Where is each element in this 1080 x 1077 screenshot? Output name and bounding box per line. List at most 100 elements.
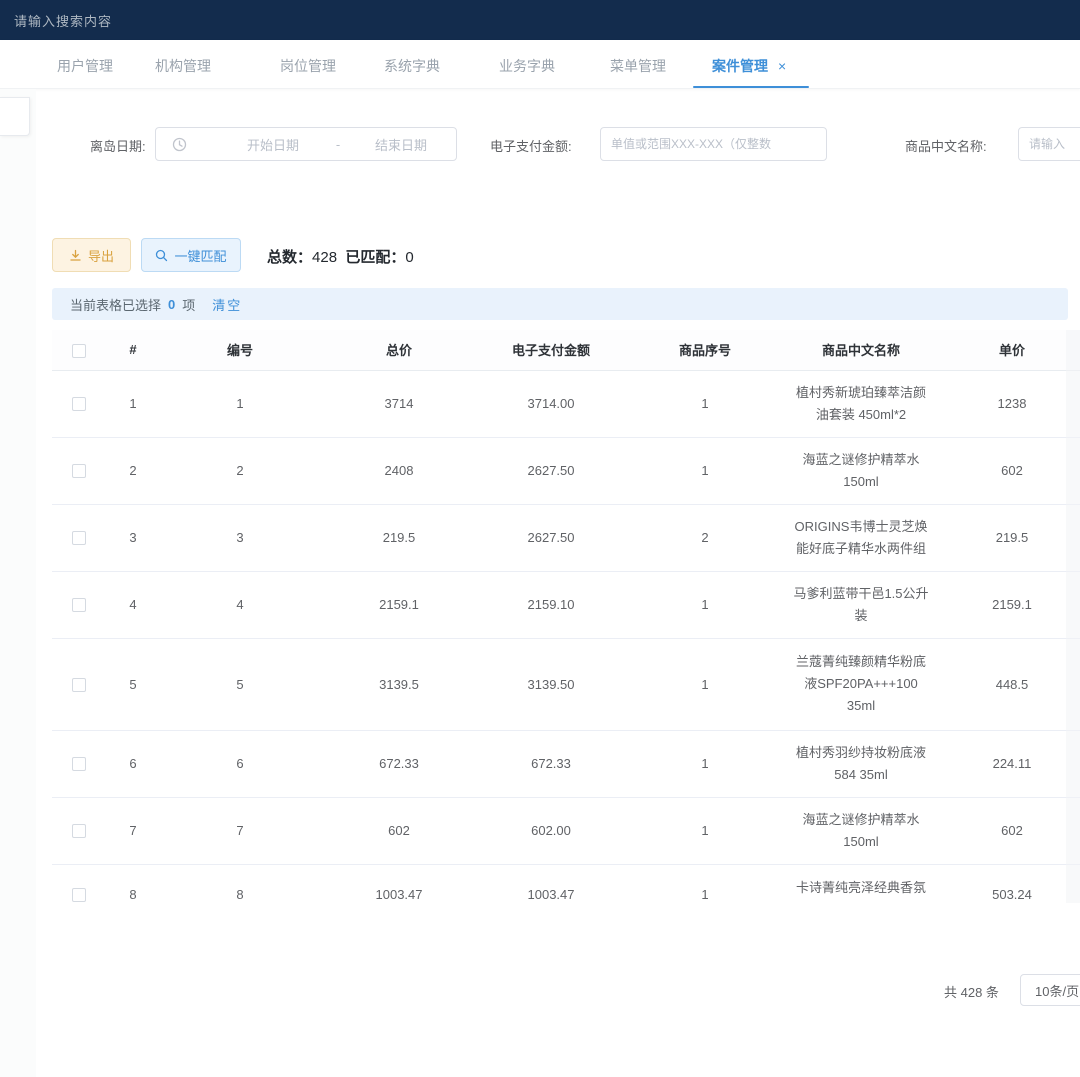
- cell-name: 海蓝之谜修护精萃水 150ml: [786, 437, 936, 504]
- cell-seq: 1: [624, 638, 786, 730]
- row-checkbox[interactable]: [72, 464, 86, 478]
- row-checkbox[interactable]: [72, 397, 86, 411]
- cell-name: 植村秀羽纱持妆粉底液 584 35ml: [786, 730, 936, 797]
- clock-icon: [172, 137, 187, 152]
- cell-seq: 1: [624, 571, 786, 638]
- cell-total: 672.33: [320, 730, 478, 797]
- row-checkbox[interactable]: [72, 888, 86, 902]
- cell-index: 1: [106, 370, 160, 437]
- cell-total: 3714: [320, 370, 478, 437]
- cell-seq: 1: [624, 797, 786, 864]
- table-scrollbar[interactable]: [1066, 330, 1080, 903]
- tab-post-mgmt[interactable]: 岗位管理: [280, 56, 336, 76]
- cell-index: 8: [106, 864, 160, 903]
- cell-total: 2159.1: [320, 571, 478, 638]
- cell-code: 1: [160, 370, 320, 437]
- table-row: 6 6 672.33 672.33 1 植村秀羽纱持妆粉底液 584 35ml …: [52, 730, 1080, 797]
- table-row: 7 7 602 602.00 1 海蓝之谜修护精萃水 150ml 602: [52, 797, 1080, 864]
- amount-filter-label: 电子支付金额:: [490, 136, 572, 155]
- match-stats: 总数：428 已匹配：0: [267, 246, 414, 267]
- row-checkbox[interactable]: [72, 598, 86, 612]
- table-row: 4 4 2159.1 2159.10 1 马爹利蓝带干邑1.5公升装 2159.…: [52, 571, 1080, 638]
- cell-index: 3: [106, 504, 160, 571]
- cell-seq: 1: [624, 864, 786, 903]
- table-header-row: # 编号 总价 电子支付金额 商品序号 商品中文名称 单价: [52, 330, 1080, 370]
- row-checkbox[interactable]: [72, 824, 86, 838]
- cell-code: 2: [160, 437, 320, 504]
- product-name-input[interactable]: [1019, 128, 1080, 160]
- col-total-price: 总价: [320, 330, 478, 370]
- cell-seq: 2: [624, 504, 786, 571]
- cell-total: 219.5: [320, 504, 478, 571]
- tab-menu-mgmt[interactable]: 菜单管理: [610, 56, 666, 76]
- cell-code: 8: [160, 864, 320, 903]
- date-range-input[interactable]: 开始日期 - 结束日期: [155, 127, 457, 161]
- cell-epay: 2627.50: [478, 437, 624, 504]
- date-start-placeholder[interactable]: 开始日期: [218, 135, 328, 154]
- search-icon: [155, 249, 168, 262]
- tab-org-mgmt[interactable]: 机构管理: [155, 56, 211, 76]
- page-size-select[interactable]: 10条/页: [1020, 974, 1080, 1006]
- row-checkbox[interactable]: [72, 757, 86, 771]
- tab-sys-dict[interactable]: 系统字典: [384, 56, 440, 76]
- tab-user-mgmt[interactable]: 用户管理: [57, 56, 113, 76]
- download-icon: [69, 249, 82, 262]
- cell-code: 5: [160, 638, 320, 730]
- cell-code: 4: [160, 571, 320, 638]
- table-row: 1 1 3714 3714.00 1 植村秀新琥珀臻萃洁颜油套装 450ml*2…: [52, 370, 1080, 437]
- export-button[interactable]: 导出: [52, 238, 131, 272]
- table-row: 2 2 2408 2627.50 1 海蓝之谜修护精萃水 150ml 602: [52, 437, 1080, 504]
- cell-unit: 219.5: [936, 504, 1080, 571]
- select-all-cell: [52, 330, 106, 370]
- selection-prefix: 当前表格已选择: [70, 295, 161, 314]
- tab-bar: 用户管理 机构管理 岗位管理 系统字典 业务字典 菜单管理 案件管理 ×: [0, 40, 1080, 89]
- cell-seq: 1: [624, 437, 786, 504]
- total-label: 总数：: [267, 249, 312, 266]
- table-row: 3 3 219.5 2627.50 2 ORIGINS韦博士灵芝焕能好底子精华水…: [52, 504, 1080, 571]
- one-click-match-label: 一键匹配: [174, 246, 226, 265]
- cell-index: 6: [106, 730, 160, 797]
- tab-case-mgmt-label: 案件管理: [712, 58, 768, 74]
- cell-epay: 3714.00: [478, 370, 624, 437]
- close-icon[interactable]: ×: [778, 58, 786, 74]
- one-click-match-button[interactable]: 一键匹配: [141, 238, 241, 272]
- table-row: 5 5 3139.5 3139.50 1 兰蔻菁纯臻颜精华粉底液SPF20PA+…: [52, 638, 1080, 730]
- filter-row: 离岛日期: 开始日期 - 结束日期 电子支付金额: 商品中文名称:: [0, 127, 1080, 163]
- page-size-value: 10条/页: [1035, 981, 1079, 1000]
- total-value: 428: [312, 249, 337, 266]
- col-product-seq: 商品序号: [624, 330, 786, 370]
- col-product-name: 商品中文名称: [786, 330, 936, 370]
- cell-total: 3139.5: [320, 638, 478, 730]
- cell-epay: 2159.10: [478, 571, 624, 638]
- select-all-checkbox[interactable]: [72, 344, 86, 358]
- cell-index: 7: [106, 797, 160, 864]
- selection-bar: 当前表格已选择 0 项 清空: [52, 288, 1068, 320]
- cell-code: 3: [160, 504, 320, 571]
- date-range-separator: -: [328, 137, 348, 152]
- cell-epay: 602.00: [478, 797, 624, 864]
- col-epay-amount: 电子支付金额: [478, 330, 624, 370]
- active-tab-underline: [693, 86, 809, 88]
- cell-epay: 2627.50: [478, 504, 624, 571]
- case-table: # 编号 总价 电子支付金额 商品序号 商品中文名称 单价 1 1 3714 3…: [52, 330, 1080, 903]
- cell-name: 植村秀新琥珀臻萃洁颜油套装 450ml*2: [786, 370, 936, 437]
- cell-unit: 503.24: [936, 864, 1080, 903]
- cell-code: 7: [160, 797, 320, 864]
- amount-input[interactable]: [601, 128, 826, 160]
- tab-case-mgmt[interactable]: 案件管理 ×: [712, 56, 786, 76]
- cell-epay: 1003.47: [478, 864, 624, 903]
- row-checkbox[interactable]: [72, 531, 86, 545]
- cell-code: 6: [160, 730, 320, 797]
- date-end-placeholder[interactable]: 结束日期: [351, 135, 451, 154]
- global-search-input[interactable]: 请输入搜索内容: [14, 11, 112, 30]
- clear-selection-link[interactable]: 清空: [212, 295, 242, 314]
- tab-biz-dict[interactable]: 业务字典: [499, 56, 555, 76]
- cell-unit: 224.11: [936, 730, 1080, 797]
- table-row: 8 8 1003.47 1003.47 1 卡诗菁纯亮泽经典香氛 503.24: [52, 864, 1080, 903]
- cell-unit: 2159.1: [936, 571, 1080, 638]
- col-index: #: [106, 330, 160, 370]
- cell-total: 1003.47: [320, 864, 478, 903]
- cell-total: 2408: [320, 437, 478, 504]
- cell-index: 4: [106, 571, 160, 638]
- row-checkbox[interactable]: [72, 678, 86, 692]
